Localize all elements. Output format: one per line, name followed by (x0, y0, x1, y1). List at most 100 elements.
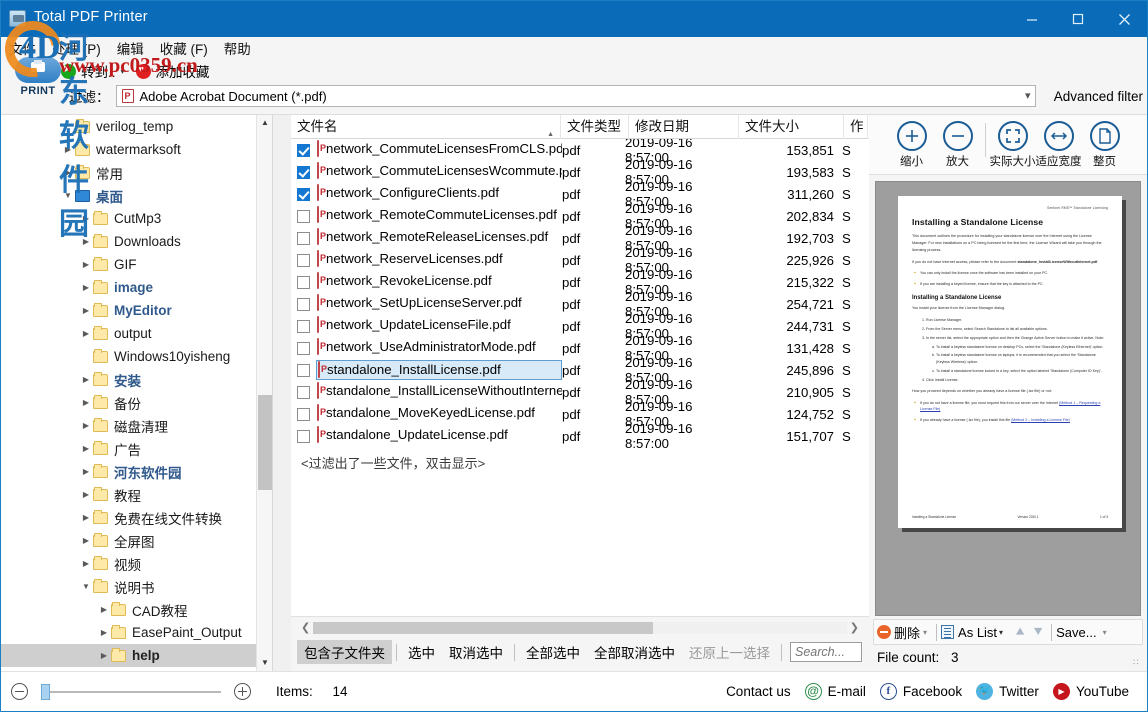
pdf-link-method2[interactable]: (Method 2 – Installing a License File) (1011, 418, 1070, 422)
folder-tree-item[interactable]: help (1, 644, 256, 667)
table-row[interactable]: network_SetUpLicenseServer.pdfpdf2019-09… (291, 289, 869, 319)
folder-tree-item[interactable]: CAD教程 (1, 598, 256, 621)
folder-tree-item[interactable]: output (1, 322, 256, 345)
row-checkbox[interactable] (297, 143, 310, 157)
delete-button[interactable]: 删除 (894, 623, 920, 642)
unselect-button[interactable]: 取消选中 (442, 640, 510, 664)
table-row[interactable]: standalone_MoveKeyedLicense.pdfpdf2019-0… (291, 399, 869, 429)
restore-previous-selection-button[interactable]: 还原上一选择 (682, 640, 777, 664)
folder-tree-item[interactable]: 免费在线文件转换 (1, 506, 256, 529)
chevron-down-icon[interactable] (61, 191, 75, 200)
row-checkbox[interactable] (297, 297, 310, 311)
zoom-out-icon[interactable] (11, 683, 28, 700)
file-name-cell[interactable]: network_RemoteReleaseLicenses.pdf (316, 228, 562, 248)
file-list-column-header[interactable]: 作 (844, 114, 868, 139)
folder-tree-item[interactable]: 备份 (1, 391, 256, 414)
folder-tree-item[interactable]: 磁盘清理 (1, 414, 256, 437)
chevron-right-icon[interactable] (79, 421, 93, 430)
folder-tree-item[interactable]: 全屏图 (1, 529, 256, 552)
file-list-column-header[interactable]: 文件大小 (739, 114, 844, 139)
file-name-cell[interactable]: network_CommuteLicensesFromCLS.pdf (316, 140, 562, 160)
select-button[interactable]: 选中 (401, 640, 442, 664)
chevron-right-icon[interactable] (79, 444, 93, 453)
table-row[interactable]: network_RemoteCommuteLicenses.pdfpdf2019… (291, 201, 869, 231)
table-row[interactable]: standalone_UpdateLicense.pdf pdf 2019-09-1… (291, 421, 869, 451)
folder-tree-item[interactable]: Downloads (1, 230, 256, 253)
include-subfolders-button[interactable]: 包含子文件夹 (297, 640, 392, 664)
whole-page-button[interactable]: 整页 (1082, 121, 1128, 169)
folder-tree-item[interactable]: 教程 (1, 483, 256, 506)
unselect-all-button[interactable]: 全部取消选中 (587, 640, 682, 664)
table-row[interactable]: network_CommuteLicensesFromCLS.pdfpdf201… (291, 139, 869, 165)
folder-tree-item[interactable]: CutMp3 (1, 207, 256, 230)
chevron-down-icon[interactable]: ▾ (1103, 628, 1107, 637)
chevron-right-icon[interactable] (79, 467, 93, 476)
file-list-header[interactable]: 文件名 ▲ 文件类型 修改日期 文件大小 作 (291, 114, 869, 139)
chevron-right-icon[interactable] (79, 329, 93, 338)
file-list-column-header[interactable]: 修改日期 (629, 114, 739, 139)
chevron-right-icon[interactable] (97, 628, 111, 637)
folder-tree-item[interactable]: 广告 (1, 437, 256, 460)
thumbnail-size-slider[interactable] (11, 683, 251, 700)
goto-button[interactable]: 转到.. (81, 61, 116, 81)
file-name-cell[interactable]: network_CommuteLicensesWcommute.pdf (316, 162, 562, 182)
folder-tree-item[interactable]: EasePaint_Output (1, 621, 256, 644)
file-list-rows[interactable]: network_CommuteLicensesFromCLS.pdfpdf 201… (291, 139, 869, 616)
file-list-column-header[interactable]: 文件类型 (561, 114, 629, 139)
chevron-right-icon[interactable] (79, 375, 93, 384)
table-row[interactable]: network_ConfigureClients.pdfpdf2019-09-1… (291, 179, 869, 209)
folder-tree-item[interactable]: MyEditor (1, 299, 256, 322)
row-checkbox[interactable] (297, 319, 310, 333)
chevron-right-icon[interactable] (79, 398, 93, 407)
chevron-right-icon[interactable] (79, 513, 93, 522)
file-name-cell[interactable]: network_SetUpLicenseServer.pdf (316, 294, 562, 314)
table-row[interactable]: network_UseAdministratorMode.pdfpdf2019-… (291, 333, 869, 363)
save-button[interactable]: Save... (1056, 625, 1096, 640)
chevron-right-icon[interactable] (79, 214, 93, 223)
chevron-right-icon[interactable] (79, 536, 93, 545)
scroll-down-icon[interactable]: ▼ (257, 655, 272, 671)
menu-item-edit[interactable]: 编辑 (117, 38, 144, 58)
table-row[interactable]: standalone_InstallLicense.pdfpdf2019-09-… (291, 355, 869, 385)
resize-grip-icon[interactable]: ∷ (1133, 657, 1143, 667)
facebook-link[interactable]: Facebook (903, 684, 962, 699)
file-name-cell[interactable]: standalone_InstallLicense.pdf (316, 360, 562, 380)
slider-track[interactable] (41, 683, 221, 700)
folder-tree-item[interactable]: 河东软件园 (1, 460, 256, 483)
file-name-cell[interactable]: network_UseAdministratorMode.pdf (316, 338, 562, 358)
facebook-icon[interactable]: f (879, 683, 897, 700)
menu-item-file[interactable]: 文件 (9, 38, 36, 58)
file-name-cell[interactable]: network_UpdateLicenseFile.pdf (316, 316, 562, 336)
chevron-right-icon[interactable] (79, 237, 93, 246)
chevron-right-icon[interactable] (97, 651, 111, 660)
print-button[interactable]: PRINT (13, 57, 63, 97)
menu-item-process[interactable]: 处理 (P) (52, 38, 101, 58)
folder-tree-item[interactable]: image (1, 276, 256, 299)
chevron-right-icon[interactable] (79, 490, 93, 499)
fit-width-button[interactable]: 适应宽度 (1036, 121, 1082, 169)
chevron-right-icon[interactable] (79, 306, 93, 315)
scroll-up-icon[interactable]: ▲ (257, 115, 272, 131)
advanced-filter-label[interactable]: Advanced filter (1054, 89, 1143, 104)
folder-tree[interactable]: verilog_temp watermarksoft 常用桌面 CutMp3 Downl… (1, 115, 256, 671)
file-list-column-header[interactable]: 文件名 ▲ (291, 114, 561, 139)
file-name-cell[interactable]: network_RemoteCommuteLicenses.pdf (316, 206, 562, 226)
folder-tree-item[interactable]: 桌面 (1, 184, 256, 207)
select-all-button[interactable]: 全部选中 (519, 640, 587, 664)
chevron-down-icon[interactable]: ▾ (923, 628, 927, 637)
tree-scrollbar-thumb[interactable] (258, 395, 272, 490)
zoom-in-icon[interactable] (234, 683, 251, 700)
row-checkbox[interactable] (297, 231, 310, 245)
as-list-button[interactable]: As List (958, 625, 997, 640)
table-row[interactable]: network_RevokeLicense.pdfpdf2019-09-16 8… (291, 267, 869, 297)
scroll-right-icon[interactable]: ❯ (850, 621, 859, 634)
email-link[interactable]: E-mail (828, 684, 866, 699)
tree-scrollbar[interactable]: ▲ ▼ (256, 115, 272, 671)
chevron-right-icon[interactable] (79, 559, 93, 568)
move-down-icon[interactable]: ⯆ (1029, 624, 1047, 641)
row-checkbox[interactable] (297, 275, 310, 289)
folder-tree-item[interactable]: 视频 (1, 552, 256, 575)
table-row[interactable]: network_RemoteReleaseLicenses.pdfpdf2019… (291, 223, 869, 253)
file-name-cell[interactable]: network_RevokeLicense.pdf (316, 272, 562, 292)
slider-thumb[interactable] (41, 683, 50, 700)
